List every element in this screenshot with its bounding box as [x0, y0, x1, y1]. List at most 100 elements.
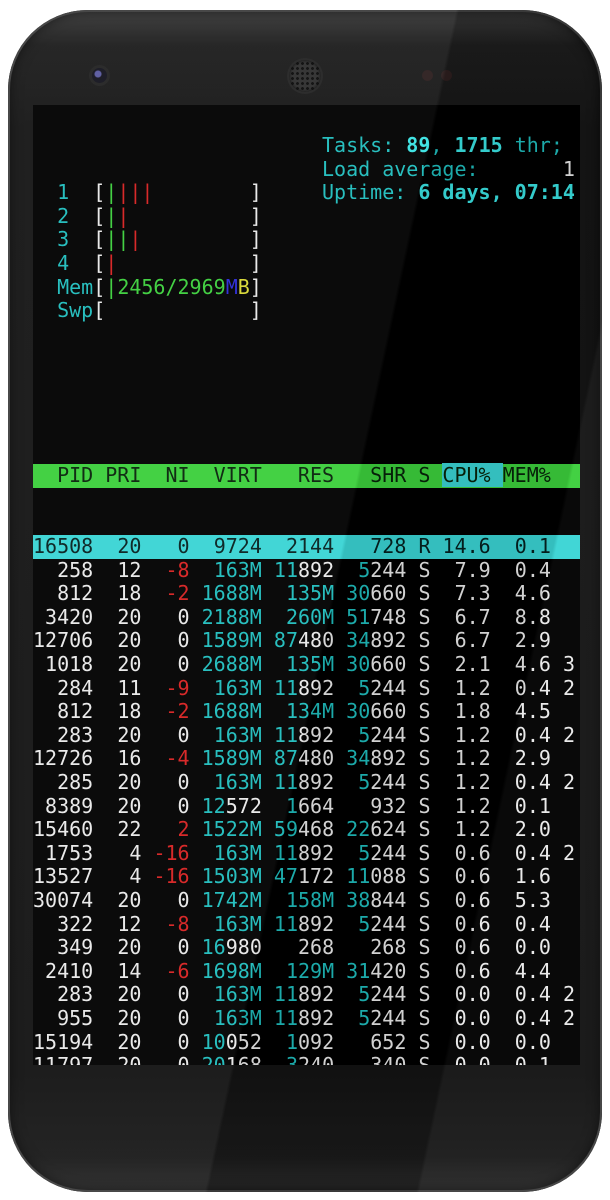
cell-sep — [491, 699, 503, 723]
cell-mem: 172 — [298, 864, 334, 888]
process-row[interactable]: 812 18 -2 1688M 134M 30660 S 1.8 4.5 — [33, 700, 580, 724]
cell: 20 — [117, 982, 141, 1006]
meter-bracket: ] — [250, 251, 262, 275]
sort-column-header[interactable]: CPU% — [442, 463, 502, 487]
cell-sep — [141, 817, 153, 841]
cell-pad — [346, 935, 370, 959]
meter-label: 3 — [33, 227, 93, 251]
cell-sep — [93, 605, 105, 629]
process-row[interactable]: 322 12 -8 163M 11892 5244 S 0.6 0.4 — [33, 913, 580, 937]
cell-extra: 2 — [563, 676, 575, 700]
process-row[interactable]: 16508 20 0 9724 2144 728 R 14.6 0.1 — [33, 535, 580, 559]
cell: 15460 — [33, 817, 93, 841]
cell-sep — [551, 864, 563, 888]
process-row[interactable]: 3420 20 0 2188M 260M 51748 S 6.7 8.8 — [33, 606, 580, 630]
cell-sep — [262, 770, 274, 794]
cell-pad — [503, 628, 515, 652]
process-row[interactable]: 349 20 0 16980 268 268 S 0.6 0.0 — [33, 936, 580, 960]
cell-pad — [153, 605, 177, 629]
cell-ni: -9 — [166, 676, 190, 700]
cell-mem: 163M — [214, 558, 262, 582]
cell-pad — [202, 676, 214, 700]
tasks-summary-text: thr; — [503, 133, 563, 157]
process-row[interactable]: 11797 20 0 20168 3240 340 S 0.0 0.1 — [33, 1054, 580, 1065]
cell-sep — [141, 864, 153, 888]
cell: 1.2 — [455, 746, 491, 770]
process-row[interactable]: 12706 20 0 1589M 87480 34892 S 6.7 2.9 — [33, 629, 580, 653]
cell-ni: 0 — [178, 534, 190, 558]
cell: 2.9 — [515, 628, 551, 652]
cell-sep — [141, 1053, 153, 1065]
process-row[interactable]: 284 11 -9 163M 11892 5244 S 1.2 0.4 2 — [33, 677, 580, 701]
cell-sep — [551, 888, 563, 912]
cell-pad — [443, 770, 455, 794]
cell-sep — [334, 912, 346, 936]
cell-mem: 932 — [370, 794, 406, 818]
cell: 11797 — [33, 1053, 93, 1065]
cell-mem: 5 — [358, 558, 370, 582]
cell-mem: 244 — [370, 912, 406, 936]
cell: 5.3 — [515, 888, 551, 912]
process-row[interactable]: 283 20 0 163M 11892 5244 S 0.0 0.4 2 — [33, 983, 580, 1007]
meter-bracket: [ — [93, 251, 105, 275]
cell: 4.5 — [515, 699, 551, 723]
cell-pad — [503, 1030, 515, 1054]
process-row[interactable]: 1018 20 0 2688M 135M 30660 S 2.1 4.6 3 — [33, 653, 580, 677]
cell-mem: 5 — [358, 1006, 370, 1030]
cell-sep — [93, 723, 105, 747]
cell-sep — [406, 699, 418, 723]
process-row[interactable]: 12726 16 -4 1589M 87480 34892 S 1.2 2.9 — [33, 747, 580, 771]
cell-extra: 2 — [563, 982, 575, 1006]
meter-bracket: ] — [250, 204, 262, 228]
cell-sep — [141, 605, 153, 629]
cell-sep — [93, 982, 105, 1006]
cell-sep — [551, 1053, 563, 1065]
meter-label: Swp — [33, 298, 93, 322]
cell-sep — [262, 912, 274, 936]
cell: S — [418, 912, 430, 936]
cell: 3420 — [45, 605, 93, 629]
tasks-summary-text: Tasks: — [322, 133, 406, 157]
cell-mem: 664 — [298, 794, 334, 818]
process-row[interactable]: 283 20 0 163M 11892 5244 S 1.2 0.4 2 — [33, 724, 580, 748]
cell-pad — [443, 935, 455, 959]
process-row[interactable]: 8389 20 0 12572 1664 932 S 1.2 0.1 — [33, 795, 580, 819]
process-row[interactable]: 30074 20 0 1742M 158M 38844 S 0.6 5.3 — [33, 889, 580, 913]
cell-sep — [262, 935, 274, 959]
cell: 0.1 — [515, 794, 551, 818]
cell: 812 — [57, 699, 93, 723]
process-row[interactable]: 15460 22 2 1522M 59468 22624 S 1.2 2.0 — [33, 818, 580, 842]
cell: 1.2 — [455, 770, 491, 794]
cell-pad — [153, 770, 177, 794]
process-row[interactable]: 1753 4 -16 163M 11892 5244 S 0.6 0.4 2 — [33, 842, 580, 866]
cell-sep — [551, 1030, 563, 1054]
cell: 0.4 — [515, 841, 551, 865]
cell-pad — [33, 723, 57, 747]
cell-sep — [262, 605, 274, 629]
cell-mem: 244 — [370, 676, 406, 700]
cell-mem: 1589M — [202, 746, 262, 770]
cell-sep — [93, 676, 105, 700]
process-row[interactable]: 955 20 0 163M 11892 5244 S 0.0 0.4 2 — [33, 1007, 580, 1031]
cell-pad — [274, 605, 286, 629]
cell-pad — [274, 652, 286, 676]
cell-mem: 844 — [370, 888, 406, 912]
cell: 322 — [57, 912, 93, 936]
process-row[interactable]: 812 18 -2 1688M 135M 30660 S 7.3 4.6 — [33, 582, 580, 606]
meter-bar: | — [117, 227, 129, 251]
cell-pad — [153, 1030, 177, 1054]
process-row[interactable]: 285 20 0 163M 11892 5244 S 1.2 0.4 2 — [33, 771, 580, 795]
cell-mem: 468 — [298, 817, 334, 841]
process-row[interactable]: 13527 4 -16 1503M 47172 11088 S 0.6 1.6 — [33, 865, 580, 889]
cell-ni: -16 — [153, 864, 189, 888]
table-header[interactable]: PID PRI NI VIRT RES SHR S CPU% MEM% — [33, 464, 580, 488]
cell-sep — [406, 1030, 418, 1054]
cell-sep — [491, 888, 503, 912]
process-row[interactable]: 258 12 -8 163M 11892 5244 S 7.9 0.4 — [33, 559, 580, 583]
cell-mem: 624 — [370, 817, 406, 841]
process-row[interactable]: 2410 14 -6 1698M 129M 31420 S 0.6 4.4 — [33, 960, 580, 984]
cell-sep — [190, 581, 202, 605]
cell-sep — [334, 841, 346, 865]
cell-pad — [33, 605, 45, 629]
process-row[interactable]: 15194 20 0 10052 1092 652 S 0.0 0.0 — [33, 1031, 580, 1055]
